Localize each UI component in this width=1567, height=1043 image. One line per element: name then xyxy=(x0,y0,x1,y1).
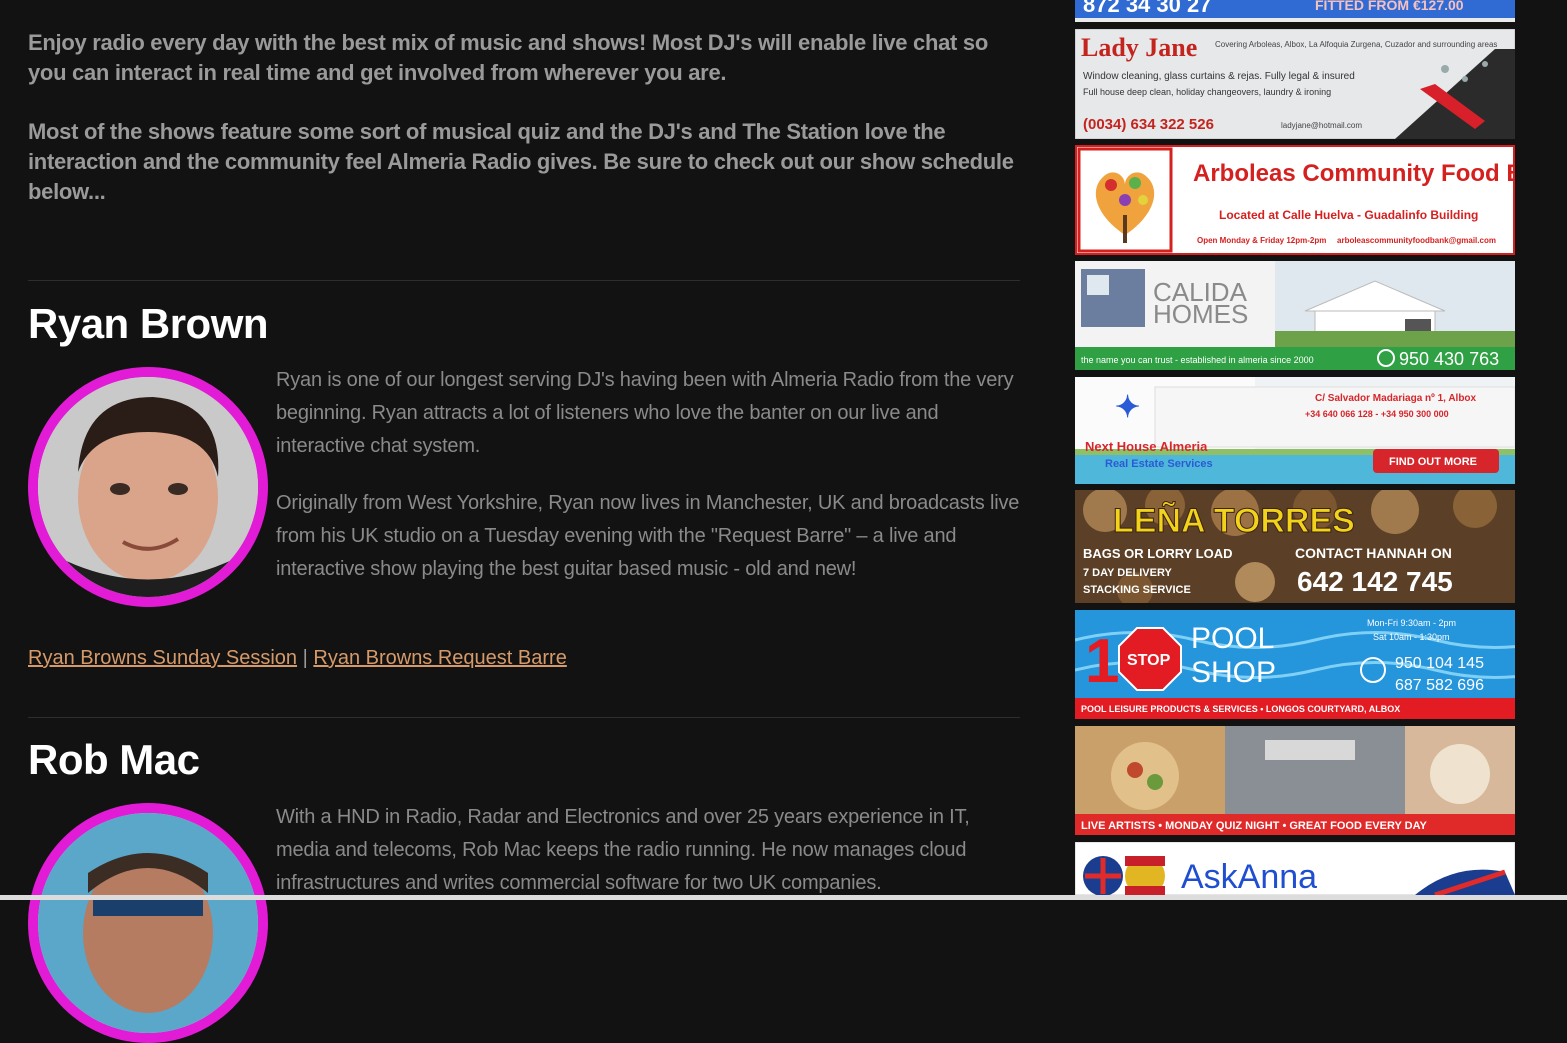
link-sunday-session[interactable]: Ryan Browns Sunday Session xyxy=(28,647,297,669)
next-house-logo-icon: ✦ xyxy=(1115,391,1140,424)
svg-text:AskAnna: AskAnna xyxy=(1181,858,1317,895)
ad-lena-graphic: LEÑA TORRES BAGS OR LORRY LOAD 7 DAY DEL… xyxy=(1075,490,1515,603)
svg-text:ladyjane@hotmail.com: ladyjane@hotmail.com xyxy=(1281,121,1362,130)
ryan-portrait-icon xyxy=(38,377,258,597)
svg-text:Mon-Fri 9:30am - 2pm: Mon-Fri 9:30am - 2pm xyxy=(1367,618,1456,628)
svg-text:950 104 145: 950 104 145 xyxy=(1395,655,1484,672)
ad-lady-jane[interactable]: Lady Jane Covering Arboleas, Albox, La A… xyxy=(1075,29,1515,139)
section-divider xyxy=(28,717,1020,718)
avatar-ryan-brown xyxy=(28,367,268,607)
ad-pool-shop[interactable]: 1 STOP POOL SHOP Mon-Fri 9:30am - 2pm Sa… xyxy=(1075,610,1515,719)
ad-calida-homes[interactable]: CALIDA HOMES the name you can trust - es… xyxy=(1075,261,1515,370)
svg-text:7 DAY DELIVERY: 7 DAY DELIVERY xyxy=(1083,567,1173,579)
bio-ryan-1: Ryan is one of our longest serving DJ's … xyxy=(276,369,1014,457)
ad-top-phone: 872 34 30 27 xyxy=(1083,0,1211,17)
svg-text:FIND OUT MORE: FIND OUT MORE xyxy=(1389,456,1477,468)
svg-text:STACKING SERVICE: STACKING SERVICE xyxy=(1083,584,1191,596)
avatar-rob-mac xyxy=(28,803,268,1043)
ad-calida-graphic: CALIDA HOMES the name you can trust - es… xyxy=(1075,261,1515,370)
ad-top-banner[interactable]: 872 34 30 27 FITTED FROM €127.00 xyxy=(1075,0,1515,22)
ad-food-bank-graphic: Arboleas Community Food Bank Located at … xyxy=(1075,145,1515,255)
ad-restaurant[interactable]: LIVE ARTISTS • MONDAY QUIZ NIGHT • GREAT… xyxy=(1075,726,1515,835)
ad-top-price: FITTED FROM €127.00 xyxy=(1315,0,1464,13)
svg-text:1: 1 xyxy=(1085,627,1119,696)
svg-text:(0034) 634 322 526: (0034) 634 322 526 xyxy=(1083,116,1214,133)
svg-text:687 582 696: 687 582 696 xyxy=(1395,677,1484,694)
bio-rob-1: With a HND in Radio, Radar and Electroni… xyxy=(276,806,970,894)
bottom-edge xyxy=(0,895,1567,900)
svg-text:Real Estate Services: Real Estate Services xyxy=(1105,458,1213,470)
link-request-barre[interactable]: Ryan Browns Request Barre xyxy=(313,647,566,669)
svg-text:SHOP: SHOP xyxy=(1191,656,1276,689)
svg-text:HOMES: HOMES xyxy=(1153,299,1248,329)
svg-text:POOL LEISURE PRODUCTS & SERVIC: POOL LEISURE PRODUCTS & SERVICES • LONGO… xyxy=(1081,704,1400,714)
svg-text:LIVE ARTISTS • MONDAY QUIZ NIG: LIVE ARTISTS • MONDAY QUIZ NIGHT • GREAT… xyxy=(1081,820,1428,832)
intro-paragraph-1: Enjoy radio every day with the best mix … xyxy=(28,30,988,85)
ad-restaurant-graphic: LIVE ARTISTS • MONDAY QUIZ NIGHT • GREAT… xyxy=(1075,726,1515,835)
ad-ask-anna[interactable]: AskAnna xyxy=(1075,842,1515,895)
ad-pool-graphic: 1 STOP POOL SHOP Mon-Fri 9:30am - 2pm Sa… xyxy=(1075,610,1515,719)
section-divider xyxy=(28,280,1020,281)
svg-text:LEÑA TORRES: LEÑA TORRES xyxy=(1113,502,1355,540)
svg-text:Covering Arboleas, Albox, La A: Covering Arboleas, Albox, La Alfoquia Zu… xyxy=(1215,40,1497,49)
link-separator: | xyxy=(302,647,308,669)
svg-text:Lady Jane: Lady Jane xyxy=(1081,33,1197,62)
ad-top-graphic: 872 34 30 27 FITTED FROM €127.00 xyxy=(1075,0,1515,22)
svg-text:Next House Almeria: Next House Almeria xyxy=(1085,439,1208,454)
intro-paragraph-2: Most of the shows feature some sort of m… xyxy=(28,119,1014,204)
svg-text:POOL: POOL xyxy=(1191,622,1274,655)
ad-ask-anna-graphic: AskAnna xyxy=(1075,842,1515,895)
svg-text:Window cleaning, glass curtain: Window cleaning, glass curtains & rejas.… xyxy=(1083,71,1355,82)
svg-text:Open Monday & Friday 12pm-2pm: Open Monday & Friday 12pm-2pm xyxy=(1197,236,1326,245)
svg-text:642 142 745: 642 142 745 xyxy=(1297,566,1453,597)
ad-next-house-graphic: ✦ Next House Almeria Real Estate Service… xyxy=(1075,377,1515,484)
svg-text:+34 640 066 128 - +34 950 300: +34 640 066 128 - +34 950 300 000 xyxy=(1305,409,1449,419)
svg-text:950 430 763: 950 430 763 xyxy=(1399,349,1499,369)
ad-next-house[interactable]: ✦ Next House Almeria Real Estate Service… xyxy=(1075,377,1515,484)
svg-text:Arboleas Community Food Bank: Arboleas Community Food Bank xyxy=(1193,160,1515,187)
ad-lena-torres[interactable]: LEÑA TORRES BAGS OR LORRY LOAD 7 DAY DEL… xyxy=(1075,490,1515,603)
ryan-show-links: Ryan Browns Sunday Session | Ryan Browns… xyxy=(28,647,567,670)
svg-text:BAGS OR LORRY LOAD: BAGS OR LORRY LOAD xyxy=(1083,546,1233,561)
dj-name-ryan-brown: Ryan Brown xyxy=(28,300,269,347)
svg-text:STOP: STOP xyxy=(1127,652,1171,669)
svg-text:C/ Salvador Madariaga nº 1, Al: C/ Salvador Madariaga nº 1, Albox xyxy=(1315,393,1477,404)
ad-lady-jane-graphic: Lady Jane Covering Arboleas, Albox, La A… xyxy=(1075,29,1515,139)
svg-text:Full house deep clean, holiday: Full house deep clean, holiday changeove… xyxy=(1083,87,1331,97)
dj-name-rob-mac: Rob Mac xyxy=(28,736,200,783)
ad-food-bank[interactable]: Arboleas Community Food Bank Located at … xyxy=(1075,145,1515,255)
bio-ryan-2: Originally from West Yorkshire, Ryan now… xyxy=(276,492,1020,580)
svg-text:CONTACT HANNAH ON: CONTACT HANNAH ON xyxy=(1295,545,1452,561)
svg-text:the name you can trust - estab: the name you can trust - established in … xyxy=(1081,355,1314,365)
rob-portrait-icon xyxy=(38,813,258,1033)
svg-text:arboleascommunityfoodbank@gmai: arboleascommunityfoodbank@gmail.com xyxy=(1337,236,1496,245)
svg-text:Sat 10am - 1:30pm: Sat 10am - 1:30pm xyxy=(1373,632,1450,642)
svg-text:Located at Calle Huelva - Guad: Located at Calle Huelva - Guadalinfo Bui… xyxy=(1219,208,1478,222)
